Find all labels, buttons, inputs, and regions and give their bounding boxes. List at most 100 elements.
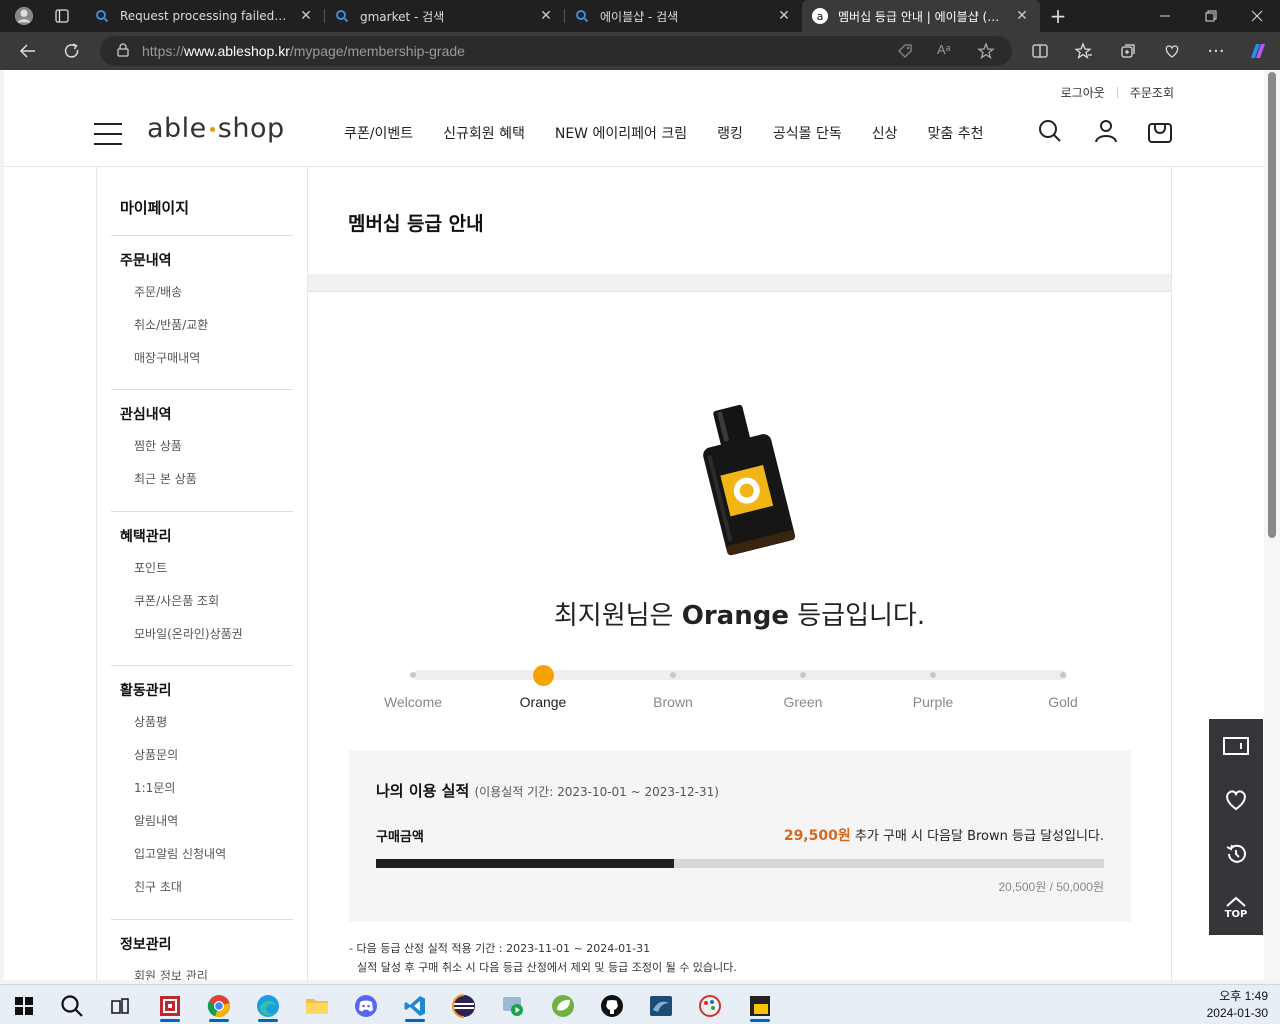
cart-icon[interactable] — [1145, 116, 1175, 146]
purchase-amount-value: 20,500원 / 50,000원 — [998, 880, 1105, 894]
grade-label-brown: Brown — [653, 694, 693, 710]
back-icon[interactable] — [12, 35, 44, 67]
eclipse-icon[interactable] — [444, 989, 484, 1023]
sidebar-item-notifications[interactable]: 알림내역 — [134, 811, 293, 832]
close-tab-3-icon[interactable]: ✕ — [776, 8, 792, 24]
menu-item-new[interactable]: 신상 — [872, 123, 898, 143]
task-view-icon[interactable] — [100, 989, 140, 1023]
hamburger-menu-icon[interactable] — [94, 123, 122, 145]
sidebar-item-product-qna[interactable]: 상품문의 — [134, 745, 293, 766]
menu-item-recommend[interactable]: 맞춤 추천 — [927, 123, 983, 143]
sidebar-item-recent-viewed[interactable]: 최근 본 상품 — [134, 469, 293, 490]
more-options-icon[interactable]: ··· — [1200, 35, 1232, 67]
clock-date: 2024-01-30 — [1206, 1006, 1268, 1020]
logout-link[interactable]: 로그아웃 — [1061, 84, 1105, 101]
windows-start-icon[interactable] — [4, 989, 44, 1023]
sidebar-item-member-info[interactable]: 회원 정보 관리 — [134, 966, 293, 980]
sidebar-heading: 정보관리 — [120, 937, 172, 953]
tab-2[interactable]: gmarket - 검색 ✕ — [324, 0, 564, 32]
discord-icon[interactable] — [346, 989, 386, 1023]
utility-links: 로그아웃 주문조회 — [1061, 84, 1174, 101]
tab-4-active[interactable]: a 멤버십 등급 안내 | 에이블샵 (able ✕ — [802, 0, 1040, 32]
chrome-icon[interactable] — [199, 989, 239, 1023]
sidebar-item-one-on-one[interactable]: 1:1문의 — [134, 778, 293, 799]
sidebar-item-wishlist[interactable]: 찜한 상품 — [134, 436, 293, 457]
edge-icon[interactable] — [248, 989, 288, 1023]
close-tab-1-icon[interactable]: ✕ — [298, 8, 314, 24]
tab-1[interactable]: Request processing failed; nested ✕ — [84, 0, 324, 32]
new-tab-button[interactable]: + — [1042, 0, 1074, 32]
refresh-icon[interactable] — [56, 35, 88, 67]
sidebar-section-activity: 활동관리 상품평 상품문의 1:1문의 알림내역 입고알림 신청내역 친구 초대 — [111, 665, 293, 898]
tab-1-title: Request processing failed; nested — [120, 9, 290, 23]
grade-step-dot — [800, 672, 806, 678]
menu-item-new-member[interactable]: 신규회원 혜택 — [443, 123, 525, 143]
menu-item-exclusive[interactable]: 공식몰 단독 — [773, 123, 842, 143]
mysql-workbench-icon[interactable] — [641, 989, 681, 1023]
sidebar-item-store-purchase[interactable]: 매장구매내역 — [134, 348, 293, 369]
search-icon[interactable] — [1035, 116, 1065, 146]
sidebar-item-restock-alerts[interactable]: 입고알림 신청내역 — [134, 844, 293, 865]
sidebar-item-invite-friend[interactable]: 친구 초대 — [134, 877, 293, 898]
sticky-notes-icon[interactable] — [740, 989, 780, 1023]
purchase-amount-label: 구매금액 — [376, 830, 424, 845]
grade-step-dot — [670, 672, 676, 678]
windows-taskbar: 오후 1:49 2024-01-30 — [0, 984, 1280, 1024]
favorite-star-icon[interactable] — [977, 42, 995, 64]
sidebar-item-points[interactable]: 포인트 — [134, 558, 293, 579]
github-icon[interactable] — [592, 989, 632, 1023]
scroll-top-button[interactable]: TOP — [1209, 881, 1263, 935]
profile-avatar[interactable] — [4, 0, 44, 32]
split-screen-icon[interactable] — [1024, 35, 1056, 67]
favorites-icon[interactable] — [1068, 35, 1100, 67]
close-tab-4-icon[interactable]: ✕ — [1014, 8, 1030, 24]
page-title: 멤버십 등급 안내 — [348, 213, 484, 235]
restore-icon[interactable] — [1188, 0, 1234, 32]
file-explorer-icon[interactable] — [297, 989, 337, 1023]
tab-2-title: gmarket - 검색 — [360, 9, 445, 24]
top-label: TOP — [1224, 909, 1248, 920]
history-icon[interactable] — [1209, 827, 1263, 881]
recent-products-icon[interactable] — [1209, 719, 1263, 773]
close-window-icon[interactable] — [1234, 0, 1280, 32]
grade-step-dot — [930, 672, 936, 678]
order-lookup-link[interactable]: 주문조회 — [1130, 84, 1174, 101]
ableshop-logo[interactable]: able shop — [147, 113, 285, 144]
search-icon[interactable] — [52, 989, 92, 1023]
sidebar-item-coupons[interactable]: 쿠폰/사은품 조회 — [134, 591, 293, 612]
collections-icon[interactable] — [1112, 35, 1144, 67]
browser-essentials-icon[interactable] — [1156, 35, 1188, 67]
vscode-icon[interactable] — [395, 989, 435, 1023]
system-clock[interactable]: 오후 1:49 2024-01-30 — [1207, 988, 1268, 1022]
user-icon[interactable] — [1091, 116, 1121, 146]
menu-item-ranking[interactable]: 랭킹 — [717, 123, 743, 143]
sidebar-item-reviews[interactable]: 상품평 — [134, 712, 293, 733]
read-aloud-icon[interactable]: Aᵃ — [937, 42, 951, 57]
search-favicon-icon — [574, 8, 590, 24]
wishlist-heart-icon[interactable] — [1209, 773, 1263, 827]
app-redstone-icon[interactable] — [150, 989, 190, 1023]
tag-icon[interactable] — [897, 43, 913, 63]
minimize-icon[interactable] — [1142, 0, 1188, 32]
sidebar-item-cancel-return[interactable]: 취소/반품/교환 — [134, 315, 293, 336]
scrollbar-thumb[interactable] — [1268, 72, 1276, 538]
tab-4-title: 멤버십 등급 안내 | 에이블샵 (able — [838, 9, 1006, 24]
grade-step-dot — [410, 672, 416, 678]
clock-time: 오후 1:49 — [1219, 989, 1268, 1003]
gnb-menu: 쿠폰/이벤트 신규회원 혜택 NEW 에이리페어 크림 랭킹 공식몰 단독 신상… — [344, 123, 1013, 143]
sidebar-item-order-delivery[interactable]: 주문/배송 — [134, 282, 293, 303]
tab-actions-icon[interactable] — [44, 0, 80, 32]
copilot-icon[interactable] — [1242, 35, 1274, 67]
url-field[interactable]: https://www.ableshop.kr/mypage/membershi… — [100, 36, 1012, 66]
tab-3[interactable]: 에이블샵 - 검색 ✕ — [564, 0, 802, 32]
orange-grade-bottle-icon — [688, 399, 808, 559]
grade-message: 최지원님은 Orange 등급입니다. — [553, 601, 926, 631]
media-player-icon[interactable] — [493, 989, 533, 1023]
menu-item-new-cream[interactable]: NEW 에이리페어 크림 — [555, 123, 687, 143]
lock-icon[interactable] — [116, 42, 130, 61]
spring-icon[interactable] — [543, 989, 583, 1023]
sidebar-item-gift-card[interactable]: 모바일(온라인)상품권 — [134, 624, 293, 645]
paint-app-icon[interactable] — [690, 989, 730, 1023]
close-tab-2-icon[interactable]: ✕ — [538, 8, 554, 24]
menu-item-coupon-event[interactable]: 쿠폰/이벤트 — [344, 123, 413, 143]
